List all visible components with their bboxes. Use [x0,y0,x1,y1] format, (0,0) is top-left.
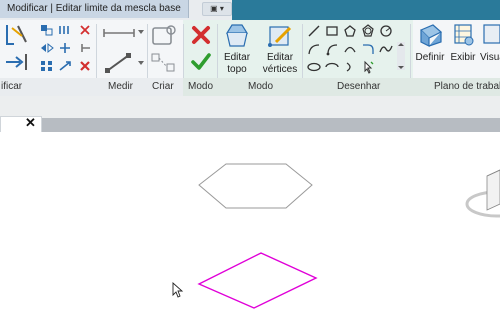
rectangle-icon[interactable] [325,24,339,38]
partial-ellipse-arc-icon[interactable] [343,60,357,74]
finish-edit-mode-icon[interactable] [190,52,212,72]
measure-between-icon[interactable] [102,26,138,40]
define-button-label[interactable]: Definir [413,52,447,63]
close-document-icon[interactable]: ✕ [25,115,36,131]
edit-top-icon[interactable] [224,22,250,50]
line-icon[interactable] [307,24,321,38]
viewer-button-label[interactable]: Visua [480,52,500,63]
viewcube-icon [465,169,500,218]
scale-icon[interactable] [58,60,72,72]
copy-icon[interactable] [40,24,54,36]
panel-label-work-plane: Plano de trabal [434,81,500,92]
title-bar: Modificar | Editar limite da mescla base… [0,0,500,20]
array-icon[interactable] [40,60,54,72]
edit-top-label-line1[interactable]: Editar [220,52,254,63]
pick-lines-icon[interactable] [361,60,375,74]
panel-label-mode-2: Modo [248,81,274,92]
viewer-icon[interactable] [482,22,500,48]
top-boundary-hexagon [198,163,313,209]
offset-icon[interactable] [58,24,72,36]
partial-ellipse-icon[interactable] [325,60,339,74]
canvas-drawing [172,163,500,309]
edit-vertices-icon[interactable] [266,22,294,50]
window-title: Modificar | Editar limite da mescla base [0,0,189,18]
edit-vertices-label-line1[interactable]: Editar [260,52,300,63]
create-component-icon[interactable] [150,24,178,48]
cancel-edit-mode-icon[interactable] [190,24,212,46]
split-icon[interactable] [4,52,30,72]
show-work-plane-icon[interactable] [452,22,476,48]
modify-align-icon[interactable] [4,22,32,48]
base-boundary-sketch [197,252,318,309]
start-end-arc-icon[interactable] [307,42,321,56]
show-button-label[interactable]: Exibir [448,52,478,63]
panel-label-modify: ificar [1,81,23,92]
ellipse-icon[interactable] [307,60,321,74]
center-arc-icon[interactable] [325,42,339,56]
document-tab-strip [0,96,500,118]
mirror-icon[interactable] [40,42,54,54]
polygon-icon[interactable] [343,24,357,38]
delete-icon[interactable] [78,60,92,72]
panel-label-measure: Medir [108,81,134,92]
edit-vertices-label-line2[interactable]: vértices [260,64,300,75]
measure-dropdown-icon[interactable] [137,29,145,35]
pin-icon[interactable] [78,24,92,36]
panel-label-mode: Modo [188,81,214,92]
panel-label-draw: Desenhar [337,81,381,92]
fillet-arc-icon[interactable] [361,42,375,56]
unpin-icon[interactable] [78,42,92,54]
document-tab-bar [42,118,500,132]
dimension-icon[interactable] [104,52,134,74]
circumscribed-polygon-icon[interactable] [361,24,375,38]
create-group-icon[interactable] [150,52,178,74]
edit-top-label-line2[interactable]: topo [220,64,254,75]
mouse-cursor-icon [172,281,184,298]
draw-more-dropdown-icon[interactable] [397,42,405,70]
panel-label-create: Criar [152,81,174,92]
dimension-dropdown-icon[interactable] [137,60,145,66]
tangent-arc-icon[interactable] [343,42,357,56]
title-bar-accent [232,0,500,20]
circle-icon[interactable] [379,24,393,38]
contextual-tab-dropdown[interactable]: ▣ ▾ [202,2,232,16]
define-work-plane-icon[interactable] [417,22,445,48]
move-icon[interactable] [58,42,72,54]
spline-icon[interactable] [379,42,393,56]
drawing-canvas[interactable] [0,132,500,322]
